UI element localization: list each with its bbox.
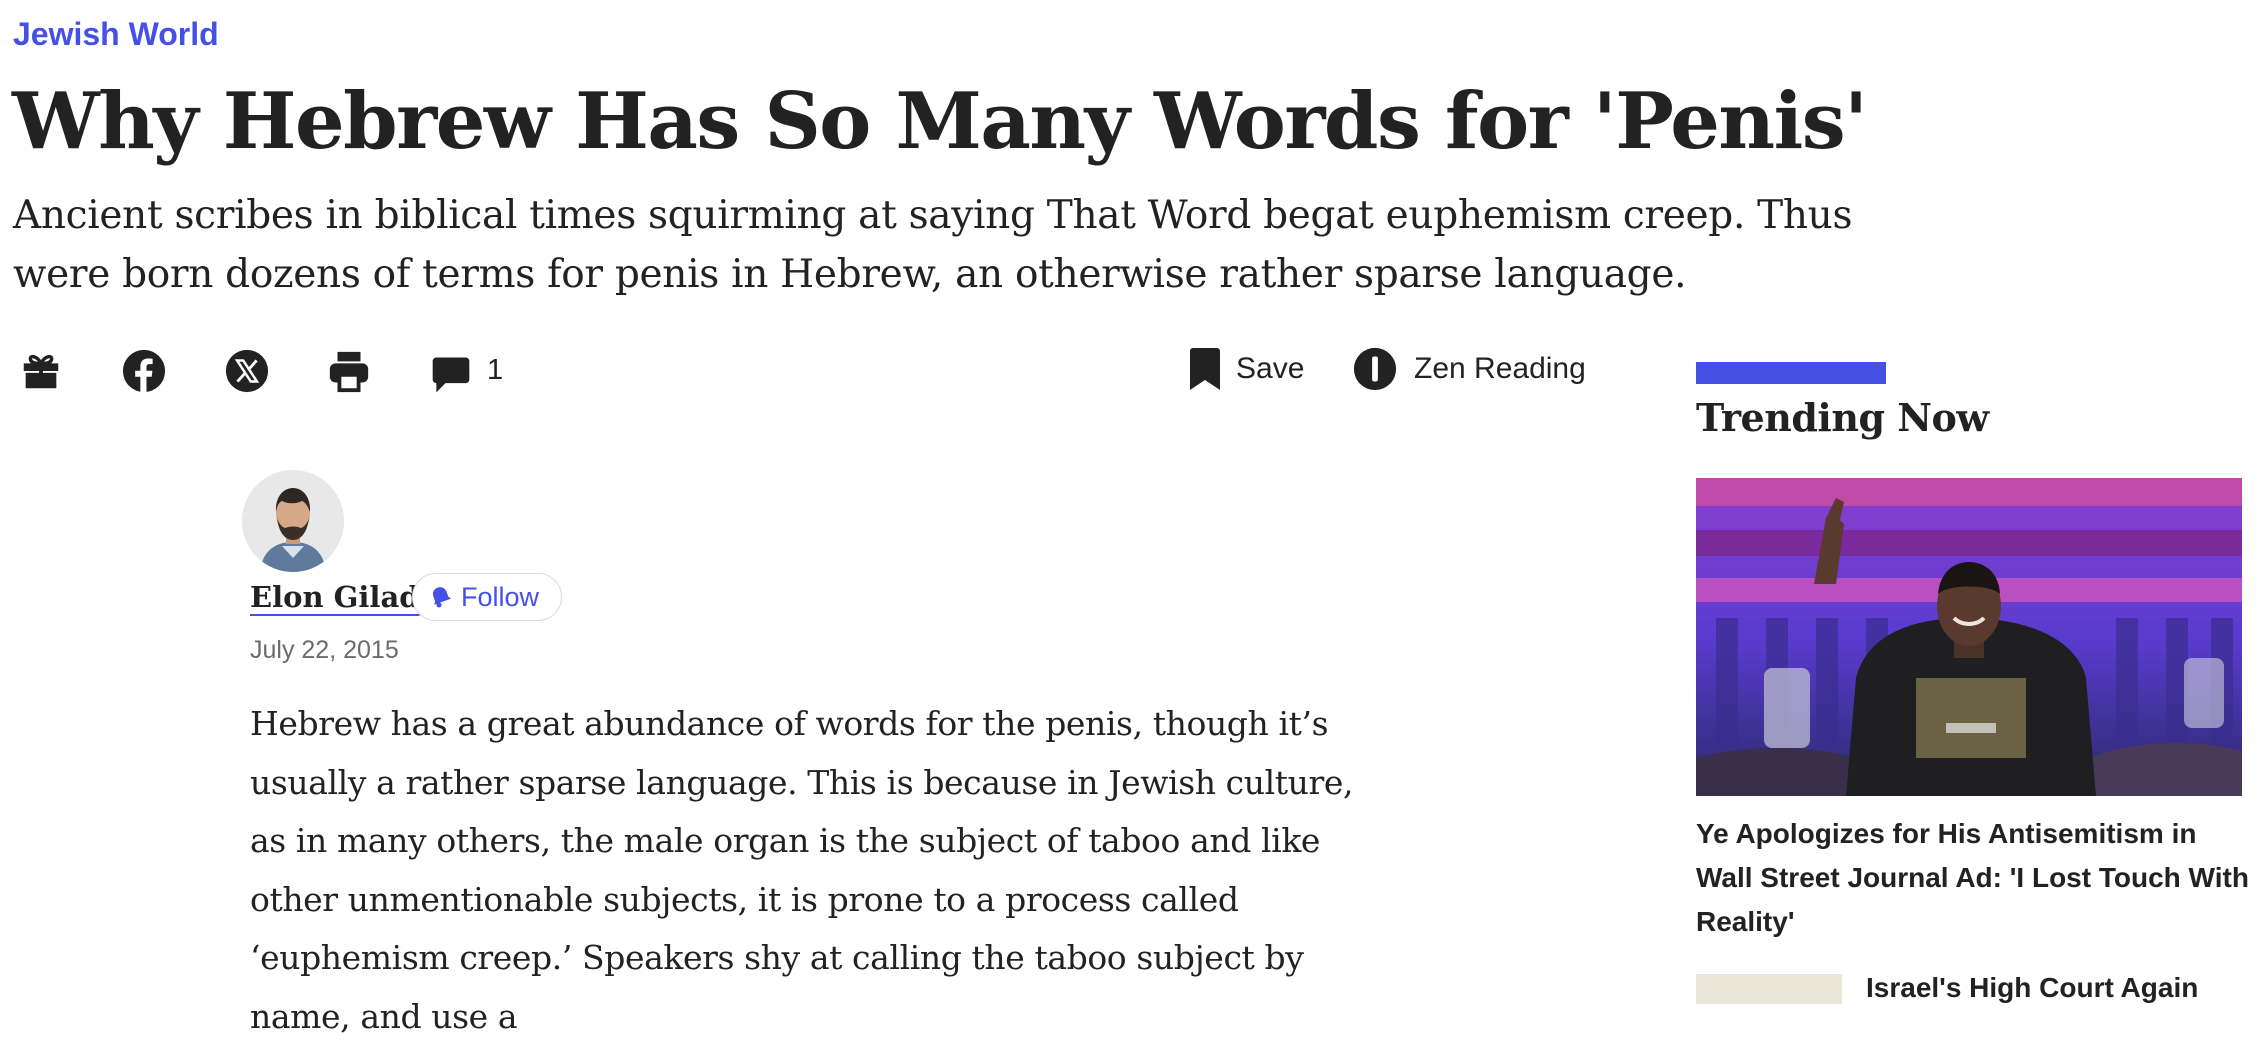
zen-reading-icon	[1353, 347, 1397, 391]
zen-reading-button[interactable]: Zen Reading	[1352, 346, 1586, 392]
trending-headline-link[interactable]: Ye Apologizes for His Antisemitism in Wa…	[1696, 812, 2256, 944]
trending-image[interactable]	[1696, 478, 2242, 796]
trending-accent-bar	[1696, 362, 1886, 384]
x-icon	[225, 349, 269, 393]
comments-button[interactable]	[428, 352, 474, 396]
article-title: Why Hebrew Has So Many Words for 'Penis'	[12, 76, 1868, 167]
follow-button[interactable]: Follow	[412, 573, 563, 621]
x-share-button[interactable]	[224, 348, 270, 394]
follow-label: Follow	[461, 581, 540, 612]
article-body-paragraph: Hebrew has a great abundance of words fo…	[250, 704, 1354, 1036]
author-name-link[interactable]: Elon Gilad	[250, 580, 420, 614]
print-icon	[329, 351, 369, 393]
save-button[interactable]: Save	[1190, 348, 1304, 390]
section-link[interactable]: Jewish World	[13, 16, 219, 53]
author-photo	[242, 470, 344, 572]
print-button[interactable]	[326, 348, 372, 394]
zen-reading-label: Zen Reading	[1414, 352, 1586, 385]
trending-photo	[1696, 478, 2242, 796]
comments-count[interactable]: 1	[487, 354, 503, 387]
trending-thumbnail[interactable]	[1696, 974, 1842, 1004]
article-subtitle: Ancient scribes in biblical times squirm…	[13, 193, 1853, 297]
bookmark-icon	[1190, 348, 1220, 390]
save-label: Save	[1236, 352, 1305, 385]
trending-heading: Trending Now	[1696, 395, 1989, 440]
gift-button[interactable]	[18, 348, 64, 394]
facebook-icon	[122, 349, 166, 393]
author-avatar[interactable]	[242, 470, 344, 572]
comment-icon	[432, 357, 470, 393]
publish-date: July 22, 2015	[250, 636, 399, 664]
facebook-share-button[interactable]	[121, 348, 167, 394]
bell-icon	[432, 587, 451, 608]
gift-icon	[23, 354, 59, 389]
trending-headline-link[interactable]: Israel's High Court Again	[1866, 972, 2198, 1004]
